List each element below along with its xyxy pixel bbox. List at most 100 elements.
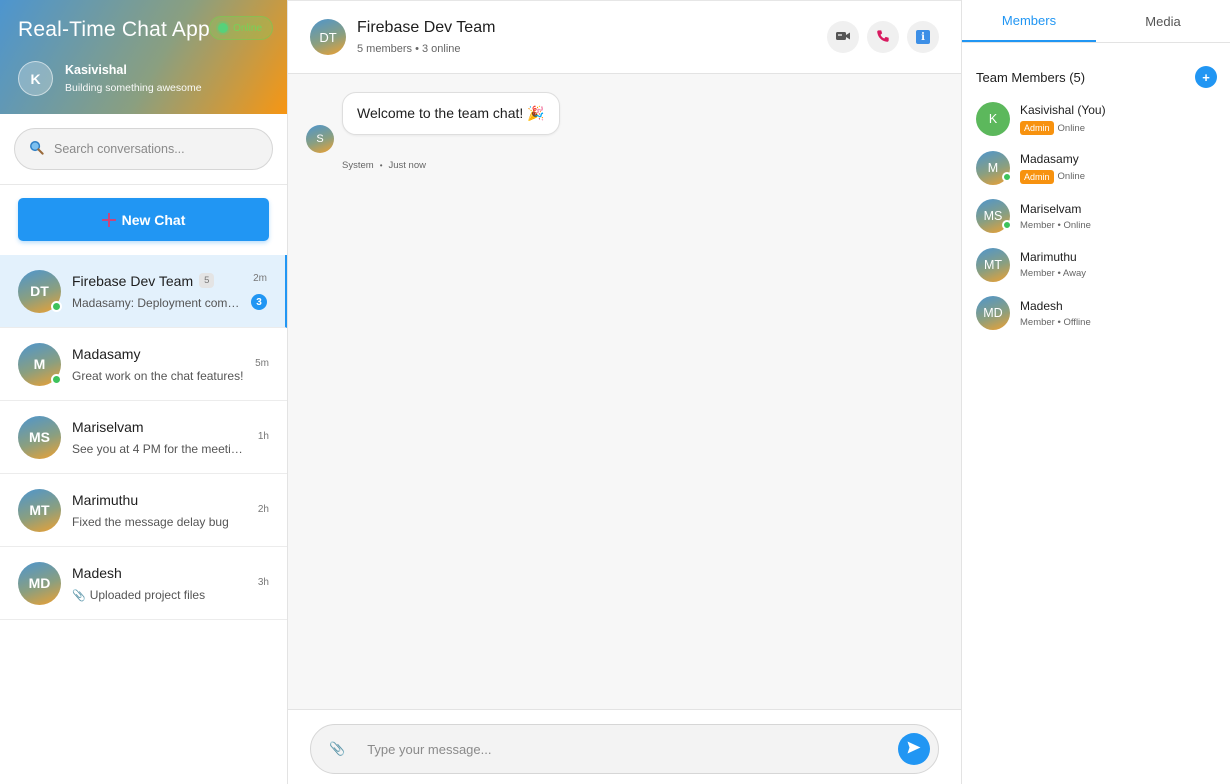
member-name: Madasamy — [1020, 151, 1079, 166]
member-name: Marimuthu — [1020, 250, 1077, 265]
conversation-item-mariselvam[interactable]: MS Mariselvam See you at 4 PM for the me… — [0, 401, 287, 474]
current-user-avatar[interactable]: K — [18, 61, 53, 96]
avatar: MT — [18, 488, 61, 532]
connection-status-label: Online — [233, 22, 262, 34]
chat-actions: i — [827, 21, 939, 53]
conversation-item-madasamy[interactable]: M Madasamy Great work on the chat featur… — [0, 328, 287, 401]
details-tabs: Members Media — [962, 0, 1230, 43]
conversation-last-message: Fixed the message delay bug — [72, 514, 229, 529]
details-panel: Members Media Team Members (5) + K Kasiv… — [962, 0, 1230, 784]
send-icon — [907, 741, 921, 757]
member-name: Mariselvam — [1020, 201, 1082, 216]
chat-info-button[interactable]: i — [907, 21, 939, 53]
connection-status-badge: Online — [209, 16, 273, 40]
avatar: M — [976, 150, 1012, 185]
phone-icon — [876, 29, 890, 46]
avatar: M — [18, 342, 62, 386]
send-button[interactable] — [898, 733, 930, 765]
member-status: Member • Offline — [1020, 316, 1091, 328]
current-user-status: Building something awesome — [65, 82, 202, 94]
conversation-item-marimuthu[interactable]: MT Marimuthu Fixed the message delay bug… — [0, 474, 287, 547]
member-status: Member • Online — [1020, 219, 1091, 231]
avatar: MS — [976, 199, 1012, 234]
conversation-time: 2m — [253, 273, 267, 284]
conversation-name: Mariselvam — [72, 418, 144, 435]
avatar: MS — [18, 415, 61, 459]
member-name: Madesh — [1020, 298, 1063, 313]
current-user-name: Kasivishal — [65, 63, 127, 77]
chat-header: DT Firebase Dev Team 5 members • 3 onlin… — [288, 0, 961, 74]
message-list: S Welcome to the team chat! 🎉 System • J… — [288, 74, 961, 710]
new-chat-section: New Chat — [0, 185, 287, 255]
admin-badge: Admin — [1020, 169, 1054, 184]
new-chat-button[interactable]: New Chat — [18, 198, 269, 241]
add-member-button[interactable]: + — [1195, 66, 1217, 88]
status-dot-icon — [218, 23, 229, 33]
member-item-madasamy[interactable]: M Madasamy Admin Online — [962, 144, 1230, 193]
composer-box: 📎 — [310, 724, 939, 774]
members-header: Team Members (5) + — [962, 43, 1230, 95]
plus-icon — [101, 212, 116, 227]
avatar: K — [976, 102, 1010, 137]
search-icon — [29, 140, 44, 158]
conversation-last-message: Madasamy: Deployment comp... — [72, 295, 244, 310]
unread-count-badge: 3 — [251, 294, 267, 310]
new-chat-label: New Chat — [121, 211, 186, 228]
conversation-last-message: See you at 4 PM for the meeting — [72, 441, 244, 456]
message-composer: 📎 — [288, 709, 961, 784]
conversation-item-madesh[interactable]: MD Madesh 📎 Uploaded project files 3h — [0, 547, 287, 620]
paperclip-icon: 📎 — [329, 741, 346, 756]
search-input[interactable] — [54, 142, 254, 156]
conversation-last-message: 📎 Uploaded project files — [72, 587, 206, 602]
member-item-mariselvam[interactable]: MS Mariselvam Member • Online — [962, 192, 1230, 241]
conversation-name: Madasamy — [72, 345, 141, 362]
member-status: Online — [1057, 122, 1085, 134]
search-box[interactable] — [14, 128, 273, 170]
conversation-time: 1h — [257, 431, 269, 442]
video-camera-icon — [835, 29, 851, 46]
avatar: MT — [976, 247, 1010, 282]
chat-avatar[interactable]: DT — [310, 19, 346, 55]
member-status: Online — [1057, 171, 1085, 183]
chat-panel: DT Firebase Dev Team 5 members • 3 onlin… — [288, 0, 962, 784]
member-count-badge: 5 — [199, 273, 215, 288]
conversation-list: DT Firebase Dev Team 5 Madasamy: Deploym… — [0, 255, 287, 620]
tab-media[interactable]: Media — [1096, 0, 1230, 42]
conversation-time: 2h — [257, 504, 269, 515]
current-user[interactable]: K Kasivishal Building something awesome — [18, 61, 202, 96]
video-call-button[interactable] — [827, 21, 859, 53]
member-status: Member • Away — [1020, 268, 1086, 280]
chat-title: Firebase Dev Team — [357, 19, 496, 36]
info-icon: i — [916, 30, 930, 44]
avatar: MD — [976, 296, 1010, 331]
conversation-time: 5m — [255, 358, 269, 369]
plus-icon: + — [1202, 69, 1210, 85]
conversation-name: Marimuthu — [72, 491, 139, 508]
message-sender-avatar: S — [306, 125, 334, 153]
message-bubble[interactable]: Welcome to the team chat! 🎉 — [342, 92, 560, 135]
message-time: Just now — [388, 160, 427, 171]
voice-call-button[interactable] — [867, 21, 899, 53]
online-indicator — [51, 373, 62, 385]
tab-members[interactable]: Members — [962, 0, 1096, 42]
paperclip-icon: 📎 — [72, 589, 86, 602]
message-input[interactable] — [367, 741, 898, 757]
online-indicator — [51, 300, 62, 312]
conversation-item-firebase-dev-team[interactable]: DT Firebase Dev Team 5 Madasamy: Deploym… — [0, 255, 287, 328]
app-header: Real-Time Chat App Online K Kasivishal B… — [0, 0, 287, 114]
conversation-time: 3h — [257, 577, 269, 588]
attach-button[interactable]: 📎 — [329, 741, 345, 757]
avatar: DT — [18, 269, 62, 313]
conversation-last-message: Great work on the chat features! — [72, 368, 244, 383]
avatar: MD — [18, 561, 61, 605]
conversation-sidebar: Real-Time Chat App Online K Kasivishal B… — [0, 0, 288, 784]
member-item-kasivishal[interactable]: K Kasivishal (You) Admin Online — [962, 95, 1230, 144]
message-sender: System — [342, 160, 374, 171]
conversation-name: Madesh — [72, 564, 122, 581]
separator-dot: • — [379, 161, 383, 170]
member-item-madesh[interactable]: MD Madesh Member • Offline — [962, 289, 1230, 338]
search-section — [0, 114, 287, 185]
member-name: Kasivishal (You) — [1020, 103, 1106, 118]
member-item-marimuthu[interactable]: MT Marimuthu Member • Away — [962, 241, 1230, 290]
message-meta: System • Just now — [342, 160, 426, 171]
